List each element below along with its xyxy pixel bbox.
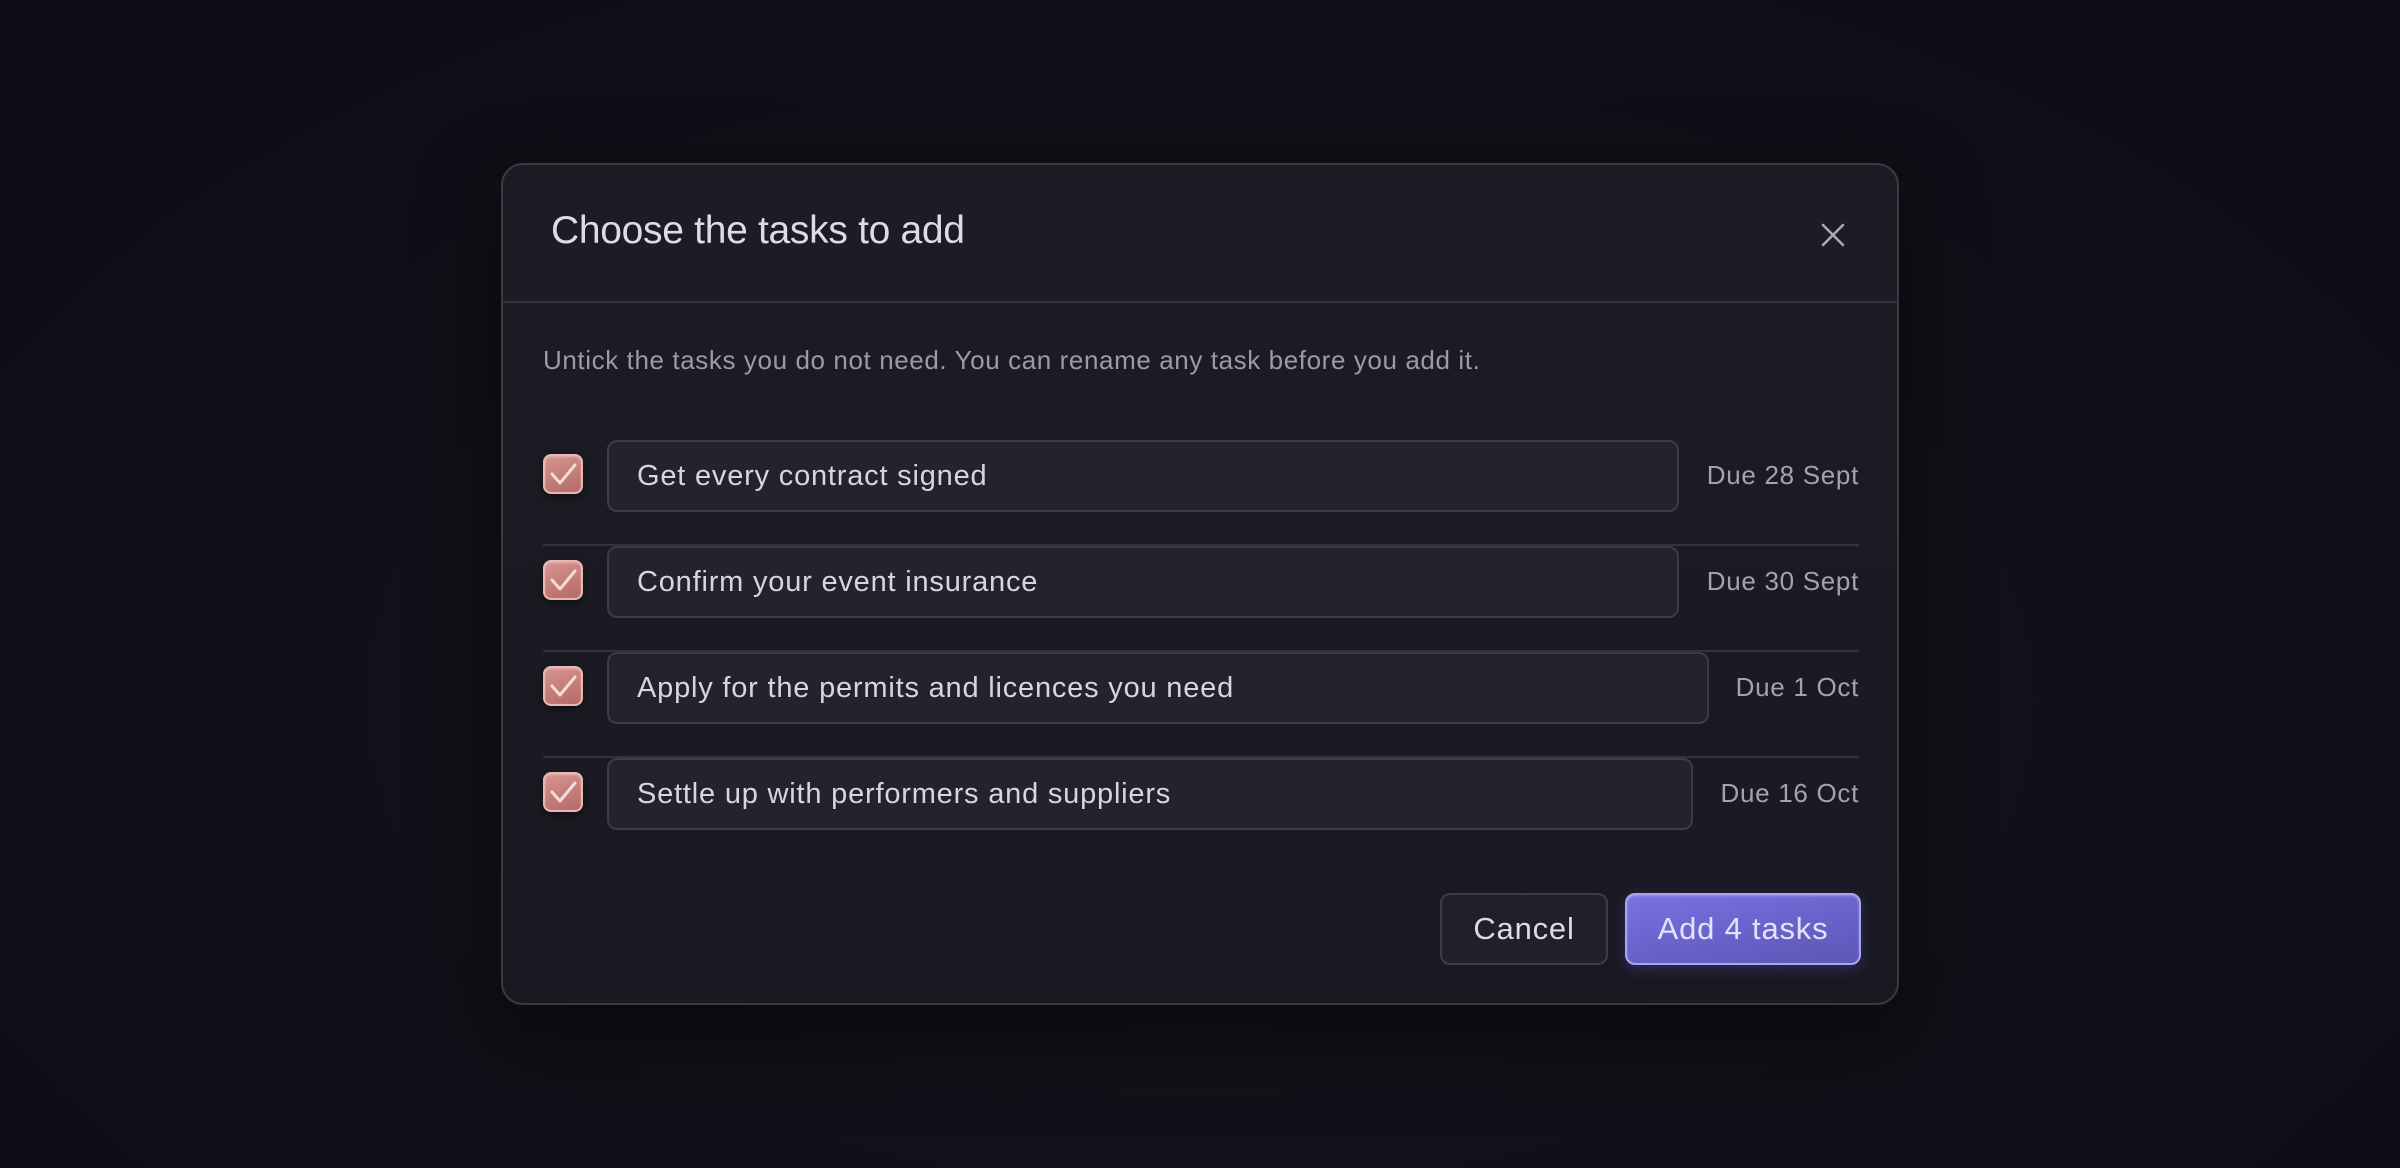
task-due-date: Due 28 Sept: [1706, 460, 1859, 490]
checkmark-icon: [550, 781, 577, 803]
task-row: Due 16 Oct: [543, 758, 1859, 864]
task-checkbox[interactable]: [543, 454, 583, 494]
task-row: Due 28 Sept: [543, 440, 1859, 546]
checkmark-icon: [550, 675, 577, 697]
task-checkbox[interactable]: [543, 772, 583, 812]
task-due-date: Due 1 Oct: [1735, 672, 1859, 702]
task-checkbox[interactable]: [543, 666, 583, 706]
dialog-title: Choose the tasks to add: [551, 209, 965, 252]
close-button[interactable]: [1813, 215, 1853, 255]
checkmark-icon: [550, 569, 577, 591]
add-tasks-button[interactable]: Add 4 tasks: [1625, 893, 1861, 965]
task-name-input[interactable]: [607, 652, 1709, 724]
add-tasks-dialog: Choose the tasks to add Untick the tasks…: [501, 163, 1899, 1005]
task-name-input[interactable]: [607, 440, 1679, 512]
task-row: Due 30 Sept: [543, 546, 1859, 652]
cancel-button[interactable]: Cancel: [1440, 893, 1608, 965]
task-due-date: Due 30 Sept: [1706, 566, 1859, 596]
task-row: Due 1 Oct: [543, 652, 1859, 758]
task-due-date: Due 16 Oct: [1720, 778, 1859, 808]
dialog-instructions: Untick the tasks you do not need. You ca…: [543, 345, 1481, 375]
dialog-header: Choose the tasks to add: [503, 165, 1897, 303]
task-checkbox[interactable]: [543, 560, 583, 600]
task-name-input[interactable]: [607, 546, 1679, 618]
task-name-input[interactable]: [607, 758, 1693, 830]
close-icon: [1821, 223, 1845, 247]
checkmark-icon: [550, 463, 577, 485]
